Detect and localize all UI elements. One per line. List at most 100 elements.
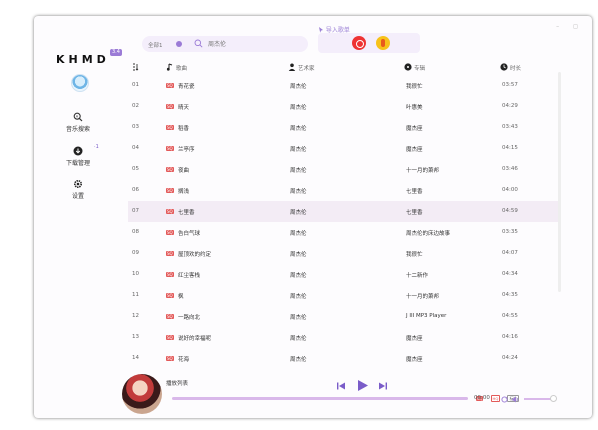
song-duration: 04:15 <box>502 145 518 151</box>
next-icon[interactable] <box>378 381 388 391</box>
song-album[interactable]: 十二新作 <box>406 271 428 279</box>
sidebar-item-label: 设置 <box>71 193 84 200</box>
song-title[interactable]: 一路向北 <box>178 313 200 321</box>
song-artist[interactable]: 周杰伦 <box>290 103 307 111</box>
kuwo-icon[interactable] <box>376 36 390 50</box>
quality-option-hq[interactable]: HQ <box>490 395 501 402</box>
song-album[interactable]: J III MP3 Player <box>406 313 446 319</box>
song-title[interactable]: 七里香 <box>178 208 195 216</box>
song-album[interactable]: 我很忙 <box>406 250 423 258</box>
quality-badge: SQ <box>166 125 174 130</box>
song-album[interactable]: 周杰伦的床边故事 <box>406 229 450 237</box>
table-row[interactable]: 05 SQ 夜曲 周杰伦 十一月的萧邦 03:46 <box>128 159 558 180</box>
song-album[interactable]: 我很忙 <box>406 82 423 90</box>
table-row[interactable]: 07 SQ 七里香 周杰伦 七里香 04:59 <box>128 201 558 222</box>
quality-badge: SQ <box>166 335 174 340</box>
search-box[interactable] <box>186 36 308 52</box>
table-header: 歌曲 艺术家 专辑 时长 <box>128 60 558 75</box>
song-artist[interactable]: 周杰伦 <box>290 271 307 279</box>
app-logo: KHMD <box>56 53 110 66</box>
song-duration: 04:29 <box>502 103 518 109</box>
song-artist[interactable]: 周杰伦 <box>290 313 307 321</box>
header-album: 专辑 <box>414 66 426 72</box>
song-album[interactable]: 魔杰座 <box>406 355 423 363</box>
quality-badge: SQ <box>166 293 174 298</box>
quality-badge: SQ <box>166 83 174 88</box>
song-album[interactable]: 魔杰座 <box>406 124 423 132</box>
search-input[interactable] <box>208 38 302 50</box>
table-row[interactable]: 09 SQ 屋顶欢的约定 周杰伦 我很忙 04:07 <box>128 243 558 264</box>
quality-badge: SQ <box>166 146 174 151</box>
song-title[interactable]: 稻香 <box>178 124 189 132</box>
song-artist[interactable]: 周杰伦 <box>290 187 307 195</box>
volume-icon[interactable] <box>512 396 520 403</box>
row-index: 07 <box>132 208 139 214</box>
song-title[interactable]: 枫 <box>178 292 184 300</box>
sidebar-item-downloads[interactable]: ·1 下载管理 <box>52 144 104 167</box>
table-row[interactable]: 03 SQ 稻香 周杰伦 魔杰座 03:43 <box>128 117 558 138</box>
song-title[interactable]: 兰亭序 <box>178 145 195 153</box>
song-table: 歌曲 艺术家 专辑 时长 01 SQ 青花瓷 周杰伦 我很忙 03:57 02 … <box>128 60 558 369</box>
song-duration: 04:55 <box>502 313 518 319</box>
sidebar-item-search[interactable]: A 音乐搜索 <box>52 112 104 133</box>
song-album[interactable]: 十一月的萧邦 <box>406 166 439 174</box>
song-title[interactable]: 搁浅 <box>178 187 189 195</box>
platform-switcher <box>318 33 420 53</box>
volume-slider-handle[interactable] <box>550 395 557 402</box>
song-artist[interactable]: 周杰伦 <box>290 82 307 90</box>
previous-icon[interactable] <box>336 381 346 391</box>
album-cover[interactable] <box>122 374 162 414</box>
loop-icon[interactable] <box>501 396 508 403</box>
song-artist[interactable]: 周杰伦 <box>290 145 307 153</box>
quality-badge: SQ <box>166 314 174 319</box>
song-title[interactable]: 花海 <box>178 355 189 363</box>
song-artist[interactable]: 周杰伦 <box>290 124 307 132</box>
table-row[interactable]: 06 SQ 搁浅 周杰伦 七里香 04:00 <box>128 180 558 201</box>
table-row[interactable]: 02 SQ 晴天 周杰伦 叶惠美 04:29 <box>128 96 558 117</box>
gear-icon <box>73 179 83 189</box>
progress-bar[interactable] <box>172 397 468 400</box>
song-artist[interactable]: 周杰伦 <box>290 208 307 216</box>
song-album[interactable]: 七里香 <box>406 187 423 195</box>
song-album[interactable]: 魔杰座 <box>406 334 423 342</box>
song-title[interactable]: 晴天 <box>178 103 189 111</box>
netease-icon[interactable] <box>352 36 366 50</box>
song-title[interactable]: 说好的幸福呢 <box>178 334 211 342</box>
play-icon[interactable] <box>356 379 369 392</box>
song-artist[interactable]: 周杰伦 <box>290 229 307 237</box>
table-row[interactable]: 10 SQ 红尘客栈 周杰伦 十二新作 04:34 <box>128 264 558 285</box>
song-album[interactable]: 魔杰座 <box>406 145 423 153</box>
source-select[interactable]: 全部1 <box>142 36 186 52</box>
row-index: 05 <box>132 166 139 172</box>
song-artist[interactable]: 周杰伦 <box>290 166 307 174</box>
song-artist[interactable]: 周杰伦 <box>290 292 307 300</box>
table-row[interactable]: 13 SQ 说好的幸福呢 周杰伦 魔杰座 04:16 <box>128 327 558 348</box>
table-row[interactable]: 01 SQ 青花瓷 周杰伦 我很忙 03:57 <box>128 75 558 96</box>
song-artist[interactable]: 周杰伦 <box>290 250 307 258</box>
row-index: 08 <box>132 229 139 235</box>
sidebar-item-settings[interactable]: 设置 <box>52 179 104 200</box>
song-title[interactable]: 屋顶欢的约定 <box>178 250 211 258</box>
song-artist[interactable]: 周杰伦 <box>290 334 307 342</box>
table-row[interactable]: 14 SQ 花海 周杰伦 魔杰座 04:24 <box>128 348 558 369</box>
row-index: 06 <box>132 187 139 193</box>
user-avatar[interactable] <box>71 74 89 92</box>
song-artist[interactable]: 周杰伦 <box>290 355 307 363</box>
table-row[interactable]: 11 SQ 枫 周杰伦 十一月的萧邦 04:35 <box>128 285 558 306</box>
row-index: 11 <box>132 292 139 298</box>
song-title[interactable]: 告白气球 <box>178 229 200 237</box>
song-duration: 04:16 <box>502 334 518 340</box>
song-title[interactable]: 青花瓷 <box>178 82 195 90</box>
song-title[interactable]: 夜曲 <box>178 166 189 174</box>
sort-list-icon[interactable] <box>132 63 140 71</box>
scrollbar[interactable] <box>558 72 561 292</box>
table-row[interactable]: 04 SQ 兰亭序 周杰伦 魔杰座 04:15 <box>128 138 558 159</box>
song-album[interactable]: 十一月的萧邦 <box>406 292 439 300</box>
song-album[interactable]: 七里香 <box>406 208 423 216</box>
song-title[interactable]: 红尘客栈 <box>178 271 200 279</box>
song-album[interactable]: 叶惠美 <box>406 103 423 111</box>
window-controls[interactable]: – ◻ <box>556 23 584 30</box>
song-list: 01 SQ 青花瓷 周杰伦 我很忙 03:57 02 SQ 晴天 周杰伦 叶惠美… <box>128 75 558 369</box>
table-row[interactable]: 08 SQ 告白气球 周杰伦 周杰伦的床边故事 03:35 <box>128 222 558 243</box>
table-row[interactable]: 12 SQ 一路向北 周杰伦 J III MP3 Player 04:55 <box>128 306 558 327</box>
